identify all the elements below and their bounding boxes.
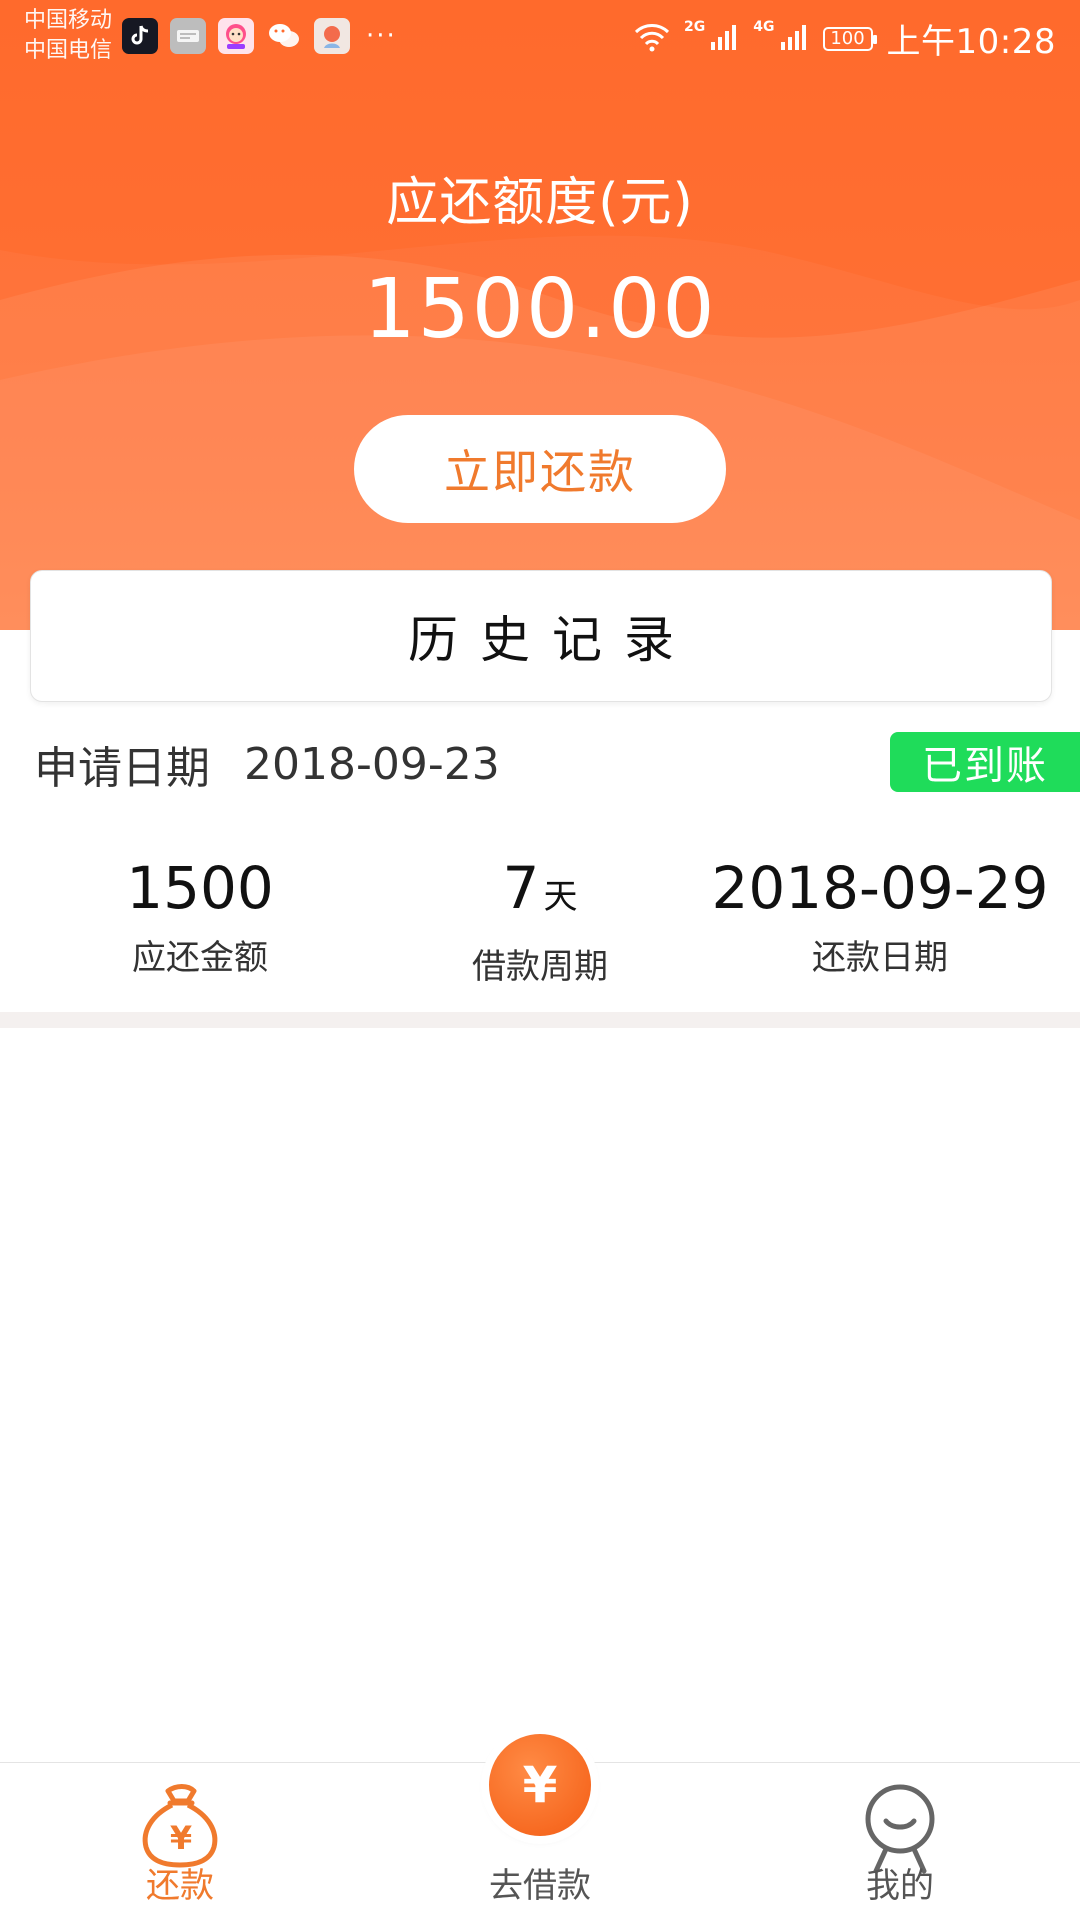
toutiao-icon	[170, 18, 206, 54]
apply-date-label: 申请日期	[34, 743, 210, 794]
apply-date-row: 申请日期 2018-09-23	[34, 732, 500, 796]
status-badge: 已到账	[890, 732, 1080, 792]
cartoon-app-icon	[218, 18, 254, 54]
system-status: 2G 4G 100 上午10:28	[634, 14, 1056, 63]
repay-now-button[interactable]: 立即还款	[354, 415, 726, 523]
tiktok-icon	[122, 18, 158, 54]
signal-icon-1	[709, 22, 739, 56]
history-records-header[interactable]: 历史记录	[30, 570, 1052, 702]
network-4g-label: 4G	[753, 18, 775, 35]
stat-unit: 天	[543, 877, 578, 917]
svg-text:¥: ¥	[170, 1819, 192, 1857]
stat-loan-period: 7天 借款周期	[360, 852, 720, 988]
du-app-icon	[314, 18, 350, 54]
status-bar: 中国移动 中国电信 ··· 2G 4G 100 上午10:28	[0, 0, 1080, 72]
wifi-icon	[634, 22, 670, 56]
stat-number: 1500	[126, 854, 274, 922]
stat-repay-date: 2018-09-29 还款日期	[700, 852, 1060, 979]
notification-icons: ···	[122, 18, 397, 54]
tab-mine[interactable]: 我的	[720, 1763, 1080, 1921]
signal-icon-2	[779, 22, 809, 56]
carrier-info: 中国移动 中国电信	[24, 6, 112, 66]
stat-number: 2018-09-29	[711, 854, 1049, 922]
more-notifications: ···	[366, 21, 397, 51]
stat-caption: 应还金额	[132, 938, 268, 978]
carrier-1: 中国移动	[24, 8, 113, 33]
stat-due-amount: 1500 应还金额	[20, 852, 380, 979]
tab-repay-label: 还款	[146, 1866, 214, 1906]
tab-repay[interactable]: ¥ 还款	[0, 1763, 360, 1921]
stat-value: 1500	[20, 852, 380, 924]
battery-icon: 100	[822, 26, 877, 51]
clock: 上午10:28	[886, 22, 1056, 62]
hero-banner: 中国移动 中国电信 ··· 2G 4G 100 上午10:28 应还额度(元) …	[0, 0, 1080, 630]
network-2g-label: 2G	[684, 18, 706, 35]
apply-date-value: 2018-09-23	[244, 738, 500, 790]
yuan-symbol: ¥	[522, 1756, 558, 1814]
stat-caption: 借款周期	[472, 947, 608, 987]
tab-borrow-label: 去借款	[489, 1866, 591, 1906]
stat-value: 7天	[360, 852, 720, 933]
tab-mine-label: 我的	[866, 1866, 934, 1906]
carrier-2: 中国电信	[24, 38, 113, 63]
due-amount-title: 应还额度(元)	[386, 173, 694, 233]
loan-stats: 1500 应还金额 7天 借款周期 2018-09-29 还款日期	[0, 852, 1080, 992]
stat-value: 2018-09-29	[700, 852, 1060, 924]
due-amount-value: 1500.00	[363, 262, 717, 357]
wechat-icon	[266, 18, 302, 54]
stat-number: 7	[502, 854, 540, 922]
yuan-icon[interactable]: ¥	[489, 1734, 591, 1836]
section-divider	[0, 1012, 1080, 1028]
stat-caption: 还款日期	[812, 938, 948, 978]
